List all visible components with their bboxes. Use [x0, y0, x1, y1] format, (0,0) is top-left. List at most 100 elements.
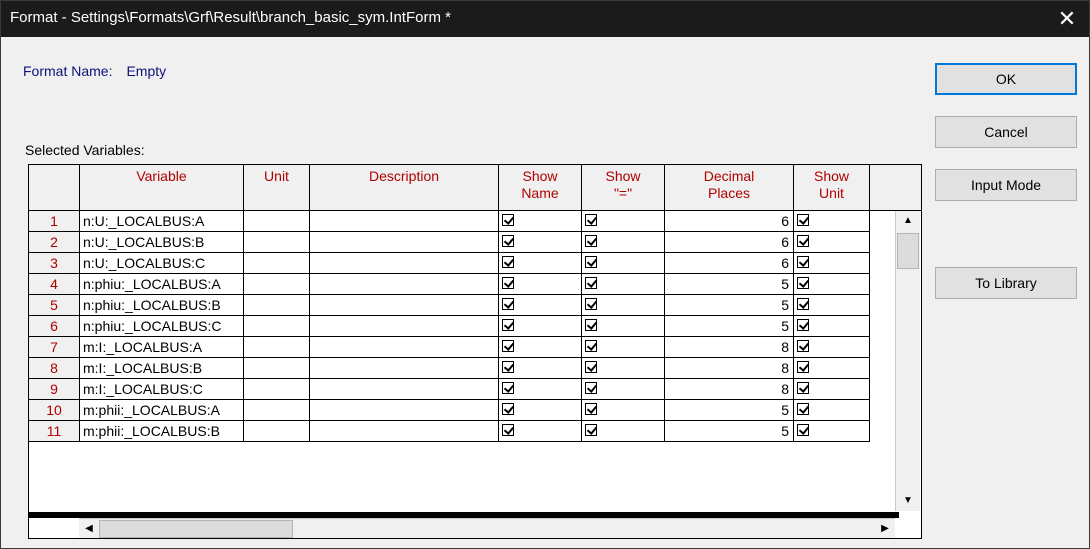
row-number[interactable]: 1 — [29, 211, 80, 232]
description-cell[interactable] — [310, 337, 499, 358]
description-cell[interactable] — [310, 358, 499, 379]
decimal-places-cell[interactable]: 5 — [665, 295, 794, 316]
row-number[interactable]: 2 — [29, 232, 80, 253]
unit-cell[interactable] — [244, 253, 310, 274]
vertical-scroll-thumb[interactable] — [897, 233, 919, 269]
description-cell[interactable] — [310, 295, 499, 316]
header-description[interactable]: Description — [310, 165, 499, 211]
variable-cell[interactable]: m:phii:_LOCALBUS:A — [80, 400, 244, 421]
show-equals-checkbox[interactable] — [585, 340, 597, 352]
show-equals-checkbox[interactable] — [585, 214, 597, 226]
description-cell[interactable] — [310, 211, 499, 232]
to-library-button[interactable]: To Library — [935, 267, 1077, 299]
row-number[interactable]: 10 — [29, 400, 80, 421]
show-equals-checkbox[interactable] — [585, 235, 597, 247]
unit-cell[interactable] — [244, 274, 310, 295]
variable-cell[interactable]: n:phiu:_LOCALBUS:B — [80, 295, 244, 316]
unit-cell[interactable] — [244, 421, 310, 442]
decimal-places-cell[interactable]: 5 — [665, 400, 794, 421]
show-name-checkbox[interactable] — [502, 298, 514, 310]
show-unit-checkbox[interactable] — [797, 214, 809, 226]
show-unit-checkbox[interactable] — [797, 256, 809, 268]
show-unit-checkbox[interactable] — [797, 277, 809, 289]
unit-cell[interactable] — [244, 358, 310, 379]
show-equals-checkbox[interactable] — [585, 424, 597, 436]
scroll-up-icon[interactable]: ▲ — [896, 211, 920, 231]
description-cell[interactable] — [310, 316, 499, 337]
variable-cell[interactable]: m:I:_LOCALBUS:A — [80, 337, 244, 358]
decimal-places-cell[interactable]: 5 — [665, 421, 794, 442]
row-number[interactable]: 6 — [29, 316, 80, 337]
show-name-checkbox[interactable] — [502, 361, 514, 373]
row-number[interactable]: 4 — [29, 274, 80, 295]
description-cell[interactable] — [310, 253, 499, 274]
show-unit-checkbox[interactable] — [797, 361, 809, 373]
header-variable[interactable]: Variable — [80, 165, 244, 211]
description-cell[interactable] — [310, 274, 499, 295]
header-decimal-places[interactable]: Decimal Places — [665, 165, 794, 211]
variable-cell[interactable]: n:phiu:_LOCALBUS:A — [80, 274, 244, 295]
ok-button[interactable]: OK — [935, 63, 1077, 95]
show-unit-checkbox[interactable] — [797, 382, 809, 394]
show-name-checkbox[interactable] — [502, 277, 514, 289]
variable-cell[interactable]: n:U:_LOCALBUS:A — [80, 211, 244, 232]
decimal-places-cell[interactable]: 8 — [665, 379, 794, 400]
variable-cell[interactable]: n:U:_LOCALBUS:B — [80, 232, 244, 253]
show-name-checkbox[interactable] — [502, 403, 514, 415]
decimal-places-cell[interactable]: 6 — [665, 232, 794, 253]
unit-cell[interactable] — [244, 211, 310, 232]
decimal-places-cell[interactable]: 6 — [665, 211, 794, 232]
scroll-down-icon[interactable]: ▼ — [896, 491, 920, 511]
description-cell[interactable] — [310, 232, 499, 253]
show-name-checkbox[interactable] — [502, 256, 514, 268]
vertical-scrollbar[interactable]: ▲ ▼ — [895, 211, 920, 511]
variable-cell[interactable]: n:U:_LOCALBUS:C — [80, 253, 244, 274]
row-number[interactable]: 5 — [29, 295, 80, 316]
header-show-name[interactable]: Show Name — [499, 165, 582, 211]
show-equals-checkbox[interactable] — [585, 382, 597, 394]
horizontal-scroll-thumb[interactable] — [99, 520, 293, 538]
decimal-places-cell[interactable]: 8 — [665, 337, 794, 358]
row-number[interactable]: 8 — [29, 358, 80, 379]
show-name-checkbox[interactable] — [502, 424, 514, 436]
row-number[interactable]: 11 — [29, 421, 80, 442]
show-equals-checkbox[interactable] — [585, 298, 597, 310]
show-name-checkbox[interactable] — [502, 235, 514, 247]
show-equals-checkbox[interactable] — [585, 361, 597, 373]
show-unit-checkbox[interactable] — [797, 235, 809, 247]
header-show-unit[interactable]: Show Unit — [794, 165, 870, 211]
cancel-button[interactable]: Cancel — [935, 116, 1077, 148]
scroll-left-icon[interactable]: ◀ — [79, 519, 99, 538]
unit-cell[interactable] — [244, 337, 310, 358]
show-name-checkbox[interactable] — [502, 340, 514, 352]
row-number[interactable]: 3 — [29, 253, 80, 274]
row-number[interactable]: 9 — [29, 379, 80, 400]
close-icon[interactable]: ✕ — [1049, 3, 1085, 35]
decimal-places-cell[interactable]: 8 — [665, 358, 794, 379]
variable-cell[interactable]: m:I:_LOCALBUS:C — [80, 379, 244, 400]
show-unit-checkbox[interactable] — [797, 298, 809, 310]
header-show-equals[interactable]: Show "=" — [582, 165, 665, 211]
show-equals-checkbox[interactable] — [585, 403, 597, 415]
variable-cell[interactable]: m:I:_LOCALBUS:B — [80, 358, 244, 379]
show-equals-checkbox[interactable] — [585, 256, 597, 268]
scroll-right-icon[interactable]: ▶ — [875, 519, 895, 538]
show-name-checkbox[interactable] — [502, 319, 514, 331]
show-unit-checkbox[interactable] — [797, 319, 809, 331]
input-mode-button[interactable]: Input Mode — [935, 169, 1077, 201]
show-name-checkbox[interactable] — [502, 214, 514, 226]
unit-cell[interactable] — [244, 295, 310, 316]
horizontal-scrollbar[interactable]: ◀ ▶ — [79, 518, 895, 538]
show-name-checkbox[interactable] — [502, 382, 514, 394]
row-number[interactable]: 7 — [29, 337, 80, 358]
header-unit[interactable]: Unit — [244, 165, 310, 211]
description-cell[interactable] — [310, 421, 499, 442]
show-unit-checkbox[interactable] — [797, 403, 809, 415]
decimal-places-cell[interactable]: 6 — [665, 253, 794, 274]
unit-cell[interactable] — [244, 400, 310, 421]
unit-cell[interactable] — [244, 379, 310, 400]
show-equals-checkbox[interactable] — [585, 277, 597, 289]
variable-cell[interactable]: n:phiu:_LOCALBUS:C — [80, 316, 244, 337]
show-unit-checkbox[interactable] — [797, 424, 809, 436]
decimal-places-cell[interactable]: 5 — [665, 316, 794, 337]
